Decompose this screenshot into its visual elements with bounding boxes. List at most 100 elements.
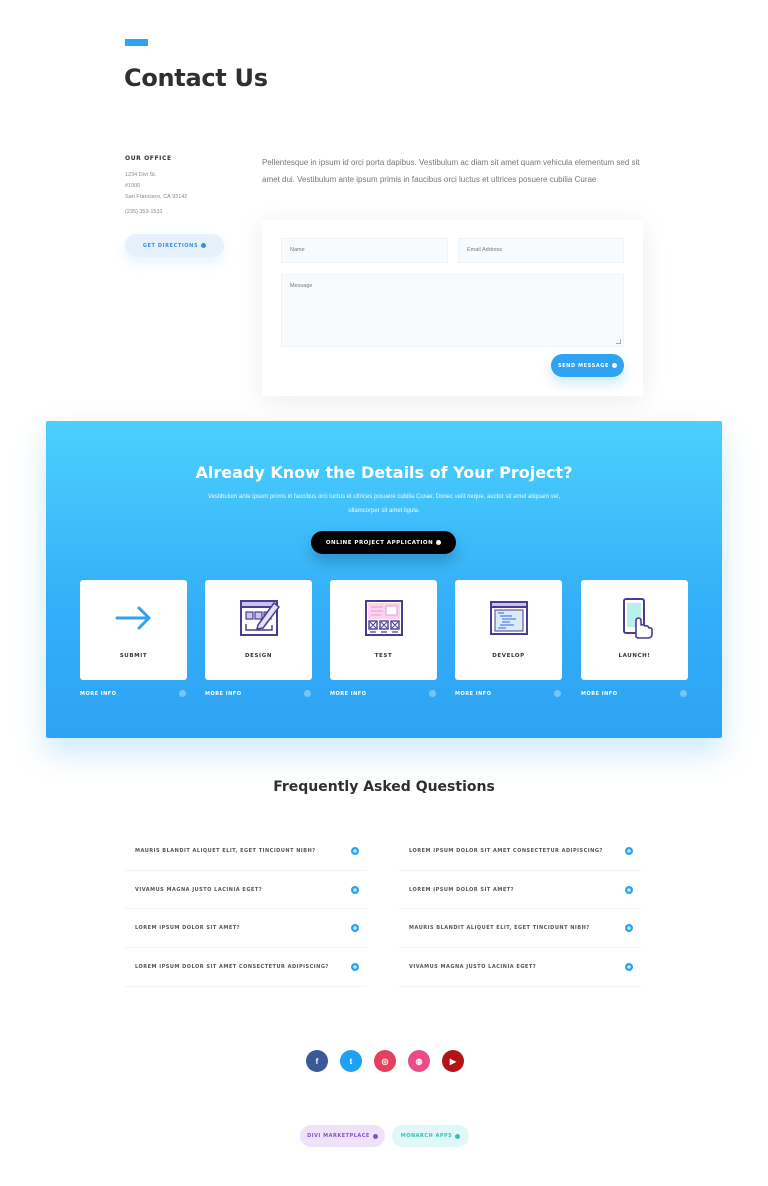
step-submit: SUBMIT MORE INFO — [80, 580, 187, 697]
office-info: OUR OFFICE 1234 Divi St. #1000 San Franc… — [125, 155, 245, 218]
faq-question: MAURIS BLANDIT ALIQUET ELIT, EGET TINCID… — [135, 847, 316, 854]
office-heading: OUR OFFICE — [125, 155, 172, 162]
divi-marketplace-button[interactable]: DIVI MARKETPLACE — [300, 1125, 385, 1147]
more-info-link[interactable]: MORE INFO — [330, 690, 437, 697]
more-info-link[interactable]: MORE INFO — [581, 690, 688, 697]
twitter-icon[interactable]: t — [340, 1050, 362, 1072]
plus-circle-icon — [625, 885, 633, 894]
plus-circle-icon — [351, 924, 359, 933]
faq-question: LOREM IPSUM DOLOR SIT AMET? — [135, 925, 241, 932]
more-info-icon — [179, 690, 186, 697]
step-develop: DEVELOP MORE INFO — [455, 580, 562, 697]
message-textarea[interactable]: Message — [281, 274, 624, 347]
faq-column-left: MAURIS BLANDIT ALIQUET ELIT, EGET TINCID… — [125, 832, 367, 987]
social-links: f t ◎ ◍ ▶ — [306, 1050, 464, 1072]
resize-handle[interactable] — [616, 339, 621, 344]
intro-text: Pellentesque in ipsum id orci porta dapi… — [262, 158, 640, 184]
faq-item[interactable]: MAURIS BLANDIT ALIQUET ELIT, EGET TINCID… — [399, 909, 641, 949]
step-card[interactable]: LAUNCH! — [581, 580, 688, 680]
faq-question: VIVAMUS MAGNA JUSTO LACINIA EGET? — [409, 963, 537, 970]
page-title: Contact Us — [124, 64, 268, 92]
title-accent-bar — [125, 39, 148, 46]
arrow-circle-icon — [455, 1133, 461, 1139]
step-launch: LAUNCH! MORE INFO — [581, 580, 688, 697]
plus-circle-icon — [351, 885, 359, 894]
faq-item[interactable]: VIVAMUS MAGNA JUSTO LACINIA EGET? — [399, 948, 641, 987]
online-application-label: ONLINE PROJECT APPLICATION — [325, 539, 434, 546]
contact-form: Name Email Address Message SEND MESSAGE — [262, 220, 643, 396]
instagram-icon[interactable]: ◎ — [374, 1050, 396, 1072]
plus-circle-icon — [625, 962, 633, 971]
faq-question: MAURIS BLANDIT ALIQUET ELIT, EGET TINCID… — [409, 925, 590, 932]
step-label: LAUNCH! — [618, 653, 651, 659]
more-info-label: MORE INFO — [80, 690, 117, 697]
more-info-label: MORE INFO — [455, 690, 492, 697]
more-info-link[interactable]: MORE INFO — [455, 690, 562, 697]
step-label: SUBMIT — [119, 653, 148, 659]
arrow-circle-icon — [612, 363, 618, 368]
faq-item[interactable]: LOREM IPSUM DOLOR SIT AMET CONSECTETUR A… — [399, 832, 641, 871]
project-section: Already Know the Details of Your Project… — [46, 421, 722, 738]
design-pencil-icon — [239, 600, 280, 636]
project-subtitle: Vestibulum ante ipsum primis in faucibus… — [207, 494, 561, 514]
step-label: DESIGN — [244, 653, 273, 659]
monarch-apps-label: MONARCH APPS — [400, 1133, 453, 1139]
step-card[interactable]: DESIGN — [205, 580, 312, 680]
faq-item[interactable]: VIVAMUS MAGNA JUSTO LACINIA EGET? — [125, 871, 367, 910]
step-card[interactable]: DEVELOP — [455, 580, 562, 680]
more-info-icon — [680, 690, 687, 697]
step-label: TEST — [374, 653, 393, 659]
test-layout-icon — [364, 600, 403, 636]
faq-column-right: LOREM IPSUM DOLOR SIT AMET CONSECTETUR A… — [399, 832, 641, 987]
step-test: TEST MORE INFO — [330, 580, 437, 697]
more-info-icon — [554, 690, 561, 697]
more-info-link[interactable]: MORE INFO — [80, 690, 187, 697]
faq-item[interactable]: LOREM IPSUM DOLOR SIT AMET? — [125, 909, 367, 949]
office-address-line: #1000 — [125, 183, 141, 189]
get-directions-button[interactable]: GET DIRECTIONS — [125, 234, 224, 257]
faq-question: LOREM IPSUM DOLOR SIT AMET? — [409, 886, 515, 893]
more-info-label: MORE INFO — [205, 690, 242, 697]
office-address-line: San Francisco, CA 93142 — [125, 194, 188, 200]
plus-circle-icon — [351, 962, 359, 971]
get-directions-label: GET DIRECTIONS — [142, 242, 199, 249]
office-address-line: 1234 Divi St. — [125, 172, 157, 178]
faq-item[interactable]: LOREM IPSUM DOLOR SIT AMET? — [399, 871, 641, 910]
message-placeholder: Message — [290, 283, 313, 289]
plus-circle-icon — [351, 846, 359, 855]
send-message-button[interactable]: SEND MESSAGE — [551, 354, 624, 377]
divi-marketplace-label: DIVI MARKETPLACE — [307, 1133, 370, 1139]
send-message-label: SEND MESSAGE — [557, 362, 610, 369]
faq-item[interactable]: LOREM IPSUM DOLOR SIT AMET CONSECTETUR A… — [125, 948, 367, 987]
faq-question: VIVAMUS MAGNA JUSTO LACINIA EGET? — [135, 886, 263, 893]
more-info-link[interactable]: MORE INFO — [205, 690, 312, 697]
project-title: Already Know the Details of Your Project… — [195, 463, 573, 482]
dribbble-icon[interactable]: ◍ — [408, 1050, 430, 1072]
faq-title: Frequently Asked Questions — [273, 779, 495, 795]
more-info-label: MORE INFO — [581, 690, 618, 697]
monarch-apps-button[interactable]: MONARCH APPS — [392, 1125, 469, 1147]
faq-question: LOREM IPSUM DOLOR SIT AMET CONSECTETUR A… — [409, 847, 603, 854]
plus-circle-icon — [625, 924, 633, 933]
office-phone: (235) 353-1531 — [125, 209, 163, 215]
online-application-button[interactable]: ONLINE PROJECT APPLICATION — [311, 531, 456, 554]
arrow-circle-icon — [201, 243, 207, 248]
arrow-right-icon — [115, 606, 150, 630]
facebook-icon[interactable]: f — [306, 1050, 328, 1072]
step-design: DESIGN MORE INFO — [205, 580, 312, 697]
more-info-icon — [304, 690, 311, 697]
arrow-circle-icon — [372, 1133, 378, 1139]
faq-question: LOREM IPSUM DOLOR SIT AMET CONSECTETUR A… — [135, 963, 329, 970]
more-info-label: MORE INFO — [330, 690, 367, 697]
step-card[interactable]: SUBMIT — [80, 580, 187, 680]
more-info-icon — [429, 690, 436, 697]
faq-item[interactable]: MAURIS BLANDIT ALIQUET ELIT, EGET TINCID… — [125, 832, 367, 871]
plus-circle-icon — [625, 846, 633, 855]
code-window-icon — [489, 601, 528, 635]
email-input[interactable]: Email Address — [458, 238, 624, 263]
youtube-icon[interactable]: ▶ — [442, 1050, 464, 1072]
tap-phone-icon — [622, 598, 653, 639]
step-card[interactable]: TEST — [330, 580, 437, 680]
step-label: DEVELOP — [492, 653, 525, 659]
name-input[interactable]: Name — [281, 238, 448, 263]
